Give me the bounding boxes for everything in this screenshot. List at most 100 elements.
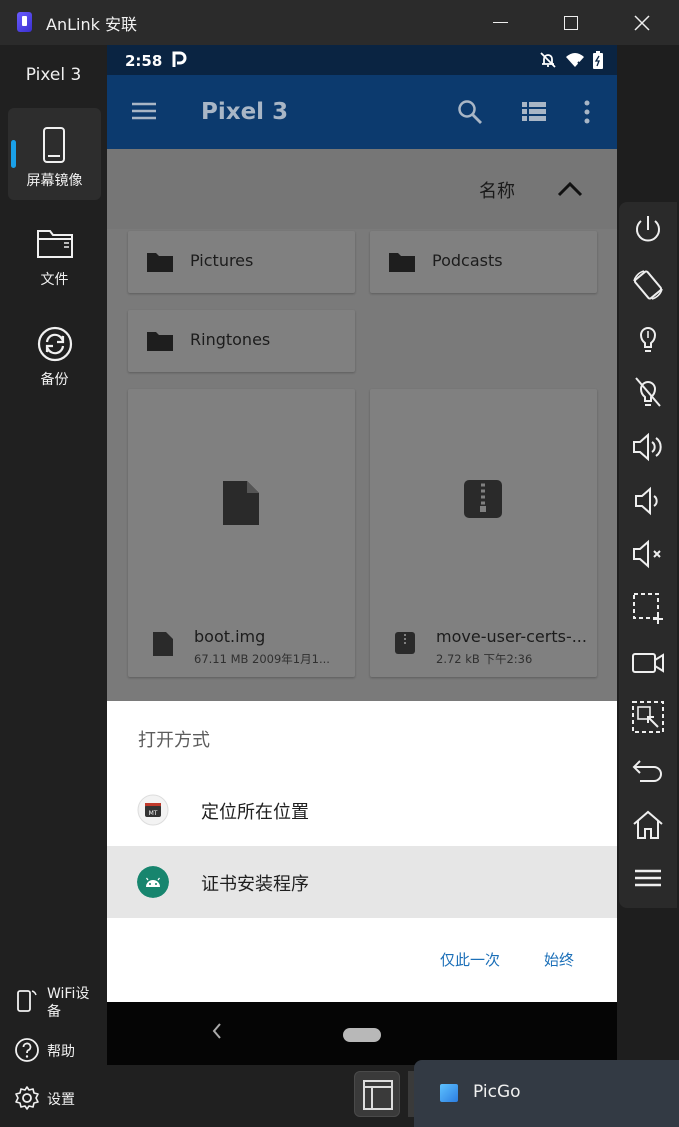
sidebar-item-files[interactable]: 文件 (8, 207, 101, 299)
svg-text:MT: MT (149, 810, 158, 817)
mt-manager-icon: MT (137, 794, 169, 826)
window-title: AnLink 安联 (46, 15, 137, 34)
zip-icon (464, 480, 502, 518)
wifi-device-icon (17, 990, 37, 1012)
anlink-window: AnLink 安联 Pixel 3 屏幕镜像 文件 备份 WiFi设备 帮助 设… (0, 0, 679, 1127)
help-icon (15, 1038, 39, 1062)
close-icon (634, 14, 650, 31)
menu-icon[interactable] (630, 861, 666, 897)
light-off-icon[interactable] (630, 374, 666, 410)
folder-name: Ringtones (190, 330, 271, 349)
file-meta: 2.72 kB 下午2:36 (436, 652, 533, 666)
status-icons (539, 51, 603, 69)
sidebar-item-screen-mirror[interactable]: 屏幕镜像 (8, 108, 101, 200)
just-once-button[interactable]: 仅此一次 (440, 949, 500, 970)
folder-name: Podcasts (432, 251, 503, 270)
wifi-label-line2: 备 (47, 1004, 61, 1020)
more-options-icon[interactable] (583, 99, 591, 125)
phone-screen[interactable]: 2:58 Pixel 3 名称 Pictures Podcasts Ringto… (107, 45, 617, 1065)
picgo-taskbar-popup[interactable]: PicGo (414, 1060, 679, 1127)
help-label: 帮助 (47, 1044, 75, 1060)
file-item-boot-img[interactable]: boot.img 67.11 MB 2009年1月1... (128, 389, 355, 677)
android-icon (137, 866, 169, 898)
close-button[interactable] (607, 0, 677, 45)
anlink-logo-icon (17, 12, 32, 32)
sidebar-item-label: 文件 (40, 272, 69, 288)
volume-down-icon[interactable] (630, 483, 666, 519)
folder-icon (389, 253, 415, 272)
power-icon[interactable] (630, 212, 666, 248)
light-on-icon[interactable] (630, 320, 666, 356)
region-capture-icon[interactable] (630, 699, 666, 735)
sort-bar[interactable]: 名称 (107, 149, 617, 229)
window-layout-icon (363, 1080, 393, 1110)
maximize-icon (564, 15, 578, 30)
file-icon (153, 632, 173, 656)
folder-icon (147, 332, 173, 351)
search-icon[interactable] (457, 99, 483, 125)
file-item-move-user-certs[interactable]: move-user-certs-... 2.72 kB 下午2:36 (370, 389, 597, 677)
rotate-icon[interactable] (630, 267, 666, 303)
device-control-toolbar (619, 202, 677, 908)
app-bar-title: Pixel 3 (201, 99, 289, 125)
active-indicator (11, 140, 16, 168)
sync-icon (37, 326, 73, 362)
back-chevron-icon[interactable] (211, 1022, 223, 1040)
zip-icon (395, 632, 415, 654)
folder-icon (37, 230, 73, 258)
chevron-up-icon (557, 181, 583, 197)
status-time: 2:58 (125, 52, 163, 70)
hamburger-menu-icon[interactable] (131, 101, 157, 121)
volume-up-icon[interactable] (630, 429, 666, 465)
option-label: 证书安装程序 (201, 874, 309, 895)
minimize-button[interactable] (465, 0, 535, 45)
sidebar-item-label: 备份 (40, 372, 69, 388)
mute-icon[interactable] (630, 536, 666, 572)
folder-icon (147, 253, 173, 272)
gear-icon (15, 1086, 39, 1110)
battery-icon (593, 51, 603, 69)
settings-label: 设置 (47, 1092, 75, 1108)
option-locate[interactable]: MT 定位所在位置 (107, 774, 617, 846)
folder-name: Pictures (190, 251, 254, 270)
phone-icon (43, 127, 65, 163)
app-bar: Pixel 3 (107, 75, 617, 149)
folder-item-pictures[interactable]: Pictures (128, 231, 355, 293)
picgo-logo-icon (440, 1084, 458, 1102)
option-label: 定位所在位置 (201, 802, 309, 823)
sidebar: Pixel 3 屏幕镜像 文件 备份 WiFi设备 帮助 设置 (0, 45, 107, 1127)
file-meta: 67.11 MB 2009年1月1... (194, 652, 330, 666)
file-name: move-user-certs-... (436, 627, 587, 646)
folder-item-podcasts[interactable]: Podcasts (370, 231, 597, 293)
minimize-icon (492, 21, 508, 24)
file-name: boot.img (194, 627, 266, 646)
always-button[interactable]: 始终 (544, 949, 574, 970)
picgo-label: PicGo (473, 1082, 521, 1102)
android-nav-bar (107, 1002, 617, 1065)
home-pill[interactable] (343, 1028, 381, 1042)
back-arrow-icon[interactable] (630, 753, 666, 789)
sidebar-item-backup[interactable]: 备份 (8, 307, 101, 399)
wifi-device-label: WiFi设备 (47, 985, 89, 1021)
parking-notification-icon (172, 51, 187, 67)
open-with-dialog: 打开方式 MT 定位所在位置 证书安装程序 仅此一次 始终 (107, 701, 617, 1002)
folder-item-ringtones[interactable]: Ringtones (128, 310, 355, 372)
device-name: Pixel 3 (25, 65, 82, 85)
screenshot-icon[interactable] (630, 590, 666, 626)
option-cert-installer[interactable]: 证书安装程序 (107, 846, 617, 918)
dialog-title: 打开方式 (138, 730, 210, 751)
file-grid: Pictures Podcasts Ringtones boot.img 67.… (107, 229, 617, 885)
android-status-bar: 2:58 (107, 45, 617, 75)
file-icon (223, 481, 259, 525)
wifi-icon (566, 53, 584, 68)
wifi-label-line1: WiFi设 (47, 986, 90, 1002)
record-video-icon[interactable] (630, 645, 666, 681)
sidebar-item-label: 屏幕镜像 (26, 173, 83, 189)
list-view-icon[interactable] (521, 99, 547, 123)
do-not-disturb-icon (540, 52, 556, 68)
taskbar-app-icon[interactable] (354, 1071, 400, 1117)
maximize-button[interactable] (536, 0, 606, 45)
title-bar: AnLink 安联 (0, 0, 679, 45)
home-icon[interactable] (630, 807, 666, 843)
sort-label: 名称 (479, 181, 515, 202)
